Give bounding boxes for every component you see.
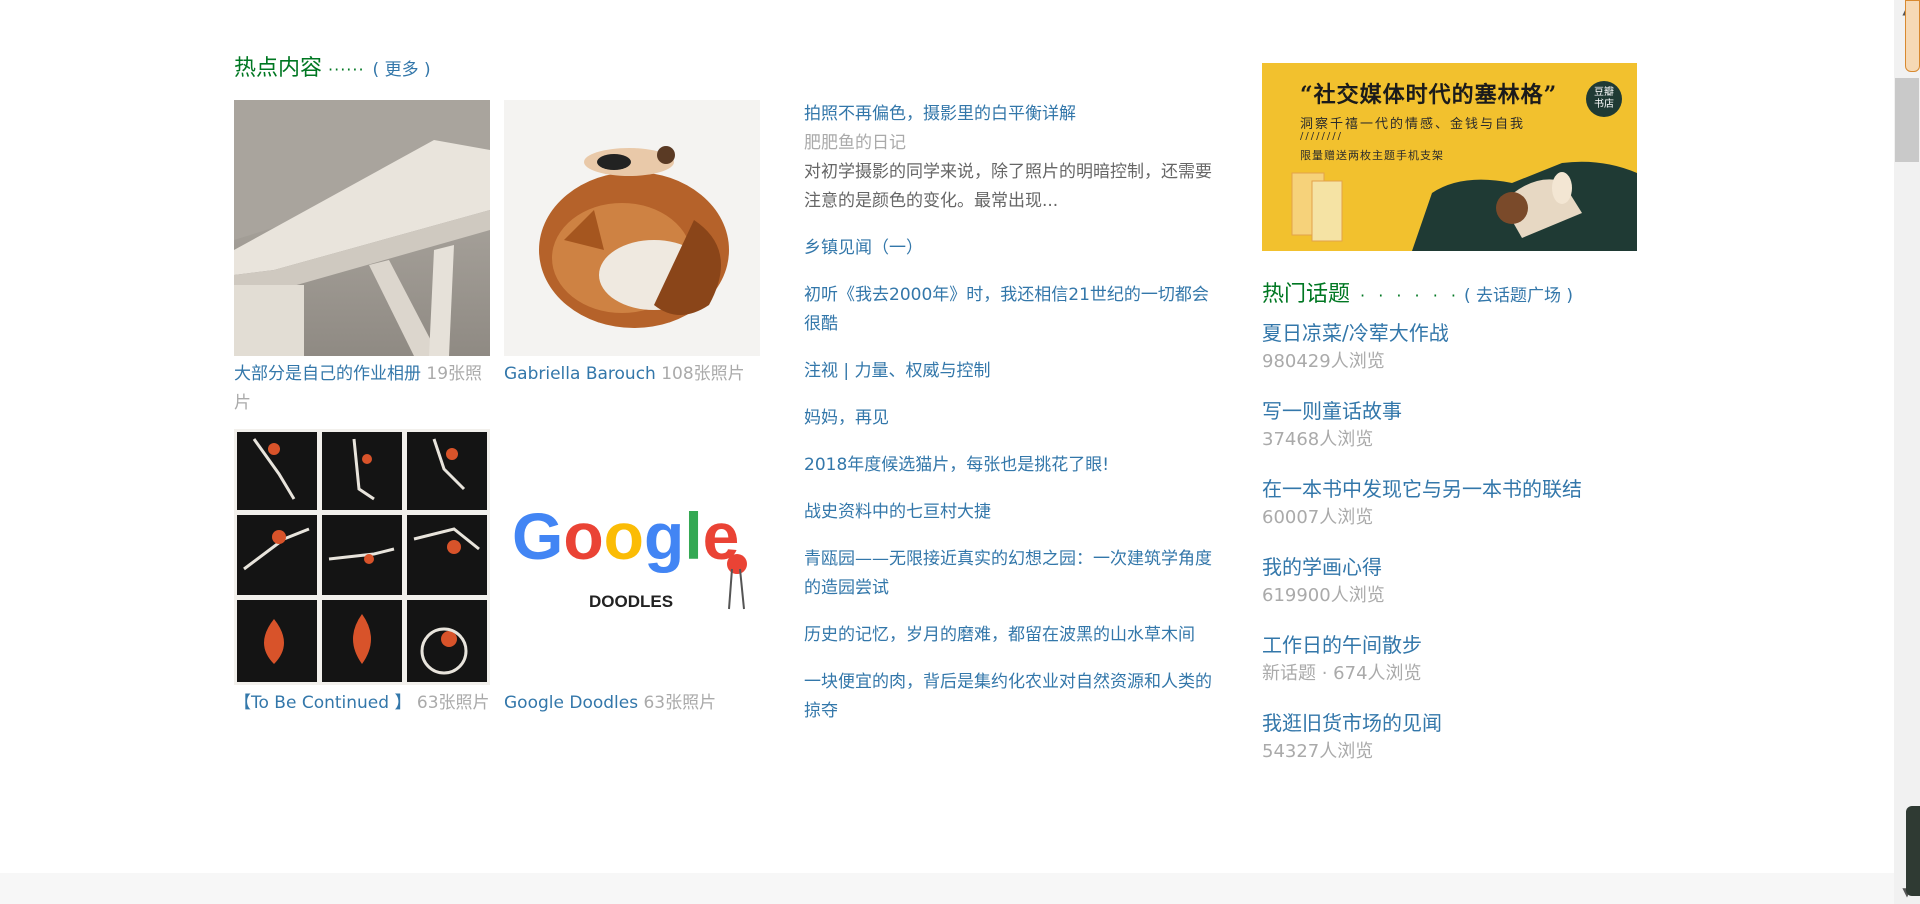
topic-link[interactable]: 我的学画心得 — [1262, 552, 1662, 582]
more-link[interactable]: ( 更多 ) — [373, 60, 431, 80]
album-count: 108张照片 — [661, 364, 745, 384]
header-dots: ······ — [328, 60, 365, 79]
album-card: 【To Be Continued 】 63张照片 — [234, 429, 490, 718]
topic-square-link[interactable]: ( 去话题广场 ) — [1464, 286, 1573, 306]
topic-views: 54327人浏览 — [1262, 741, 1374, 762]
douban-bookstore-badge: 豆瓣 书店 — [1586, 81, 1622, 117]
ad-subline: 洞察千禧一代的情感、金钱与自我 — [1300, 117, 1526, 132]
article-title-link[interactable]: 妈妈，再见 — [804, 408, 889, 428]
topic-link[interactable]: 写一则童话故事 — [1262, 396, 1662, 426]
album-caption: Google Doodles 63张照片 — [504, 689, 760, 718]
album-thumbnail[interactable] — [504, 100, 760, 356]
list-item: 初听《我去2000年》时，我还相信21世纪的一切都会很酷 — [804, 281, 1214, 339]
album-card: Google DOODLES Google Doodles 63张照片 — [504, 429, 760, 718]
list-item: 我逛旧货市场的见闻 54327人浏览 — [1262, 708, 1662, 786]
topic-views: 60007人浏览 — [1262, 507, 1374, 528]
hot-topics-header: 热门话题 · · · · · ·( 去话题广场 ) — [1262, 276, 1573, 308]
footer-strip — [0, 873, 1894, 904]
list-item: 工作日的午间散步 新话题 · 674人浏览 — [1262, 630, 1662, 708]
doodles-label: DOODLES — [589, 592, 673, 611]
album-thumbnail[interactable] — [234, 100, 490, 356]
article-title-link[interactable]: 战史资料中的七亘村大捷 — [804, 502, 991, 522]
album-title-link[interactable]: Google Doodles — [504, 693, 638, 713]
list-item: 战史资料中的七亘村大捷 — [804, 498, 1214, 527]
topic-link[interactable]: 夏日凉菜/冷荤大作战 — [1262, 318, 1662, 348]
topic-views: 619900人浏览 — [1262, 585, 1385, 606]
list-item: 拍照不再偏色，摄影里的白平衡详解 肥肥鱼的日记 对初学摄影的同学来说，除了照片的… — [804, 100, 1214, 216]
album-title-link[interactable]: 大部分是自己的作业相册 — [234, 364, 421, 384]
list-item: 乡镇见闻（一） — [804, 234, 1214, 263]
badge-line-1: 豆瓣 — [1594, 87, 1614, 98]
hot-content-title: 热点内容 — [234, 56, 323, 81]
thermometer-widget-icon[interactable] — [1905, 0, 1920, 72]
hot-topics-title: 热门话题 — [1262, 282, 1351, 307]
album-title-link[interactable]: 【To Be Continued 】 — [234, 693, 411, 713]
list-item: 一块便宜的肉，背后是集约化农业对自然资源和人类的掠夺 — [804, 668, 1214, 726]
ad-banner[interactable]: “社交媒体时代的塞林格” 洞察千禧一代的情感、金钱与自我 //////// 限量… — [1262, 63, 1637, 251]
album-thumbnail[interactable] — [234, 429, 490, 685]
article-title-link[interactable]: 拍照不再偏色，摄影里的白平衡详解 — [804, 104, 1076, 124]
article-abstract: 对初学摄影的同学来说，除了照片的明暗控制，还需要注意的是颜色的变化。最常出现..… — [804, 162, 1212, 211]
album-card: 大部分是自己的作业相册 19张照片 — [234, 100, 490, 418]
list-item: 在一本书中发现它与另一本书的联结 60007人浏览 — [1262, 474, 1662, 552]
article-list: 拍照不再偏色，摄影里的白平衡详解 肥肥鱼的日记 对初学摄影的同学来说，除了照片的… — [804, 100, 1214, 744]
topic-views: 37468人浏览 — [1262, 429, 1374, 450]
list-item: 写一则童话故事 37468人浏览 — [1262, 396, 1662, 474]
topic-link[interactable]: 工作日的午间散步 — [1262, 630, 1662, 660]
topic-views: 980429人浏览 — [1262, 351, 1385, 372]
topic-link[interactable]: 在一本书中发现它与另一本书的联结 — [1262, 474, 1662, 504]
ad-promo: 限量赠送两枚主题手机支架 — [1300, 149, 1444, 162]
list-item: 注视 | 力量、权威与控制 — [804, 357, 1214, 386]
article-title-link[interactable]: 注视 | 力量、权威与控制 — [804, 361, 991, 381]
topic-views: 新话题 · 674人浏览 — [1262, 663, 1422, 684]
article-title-link[interactable]: 历史的记忆，岁月的磨难，都留在波黑的山水草木间 — [804, 625, 1195, 645]
album-thumbnail[interactable]: Google DOODLES — [504, 429, 760, 685]
topic-link[interactable]: 我逛旧货市场的见闻 — [1262, 708, 1662, 738]
list-item: 妈妈，再见 — [804, 404, 1214, 433]
list-item: 青瓯园——无限接近真实的幻想之园：一次建筑学角度的造园尝试 — [804, 545, 1214, 603]
badge-line-2: 书店 — [1594, 99, 1614, 110]
google-doodle-image: Google DOODLES — [504, 429, 760, 685]
hot-content-header: 热点内容 ······ ( 更多 ) — [234, 50, 431, 82]
article-title-link[interactable]: 一块便宜的肉，背后是集约化农业对自然资源和人类的掠夺 — [804, 672, 1212, 721]
album-count: 63张照片 — [643, 693, 717, 713]
article-author: 肥肥鱼的日记 — [804, 133, 906, 153]
album-caption: 【To Be Continued 】 63张照片 — [234, 689, 490, 718]
list-item: 2018年度候选猫片，每张也是挑花了眼! — [804, 451, 1214, 480]
hot-topics-list: 夏日凉菜/冷荤大作战 980429人浏览 写一则童话故事 37468人浏览 在一… — [1262, 318, 1662, 786]
album-count: 63张照片 — [416, 693, 490, 713]
meter-widget-icon[interactable] — [1906, 806, 1920, 896]
album-title-link[interactable]: Gabriella Barouch — [504, 364, 656, 384]
list-item: 夏日凉菜/冷荤大作战 980429人浏览 — [1262, 318, 1662, 396]
article-title-link[interactable]: 青瓯园——无限接近真实的幻想之园：一次建筑学角度的造园尝试 — [804, 549, 1212, 598]
album-card: Gabriella Barouch 108张照片 — [504, 100, 760, 389]
ad-headline: “社交媒体时代的塞林格” — [1300, 82, 1558, 108]
list-item: 历史的记忆，岁月的磨难，都留在波黑的山水草木间 — [804, 621, 1214, 650]
google-logo-text: Google — [512, 499, 739, 573]
list-item: 我的学画心得 619900人浏览 — [1262, 552, 1662, 630]
album-caption: Gabriella Barouch 108张照片 — [504, 360, 760, 389]
ad-marks: //////// — [1300, 131, 1343, 142]
article-title-link[interactable]: 乡镇见闻（一） — [804, 238, 923, 258]
article-title-link[interactable]: 初听《我去2000年》时，我还相信21世纪的一切都会很酷 — [804, 285, 1209, 334]
header-dots: · · · · · · — [1360, 286, 1460, 305]
scrollbar-thumb[interactable] — [1895, 78, 1919, 162]
album-caption: 大部分是自己的作业相册 19张照片 — [234, 360, 490, 418]
article-title-link[interactable]: 2018年度候选猫片，每张也是挑花了眼! — [804, 455, 1109, 475]
